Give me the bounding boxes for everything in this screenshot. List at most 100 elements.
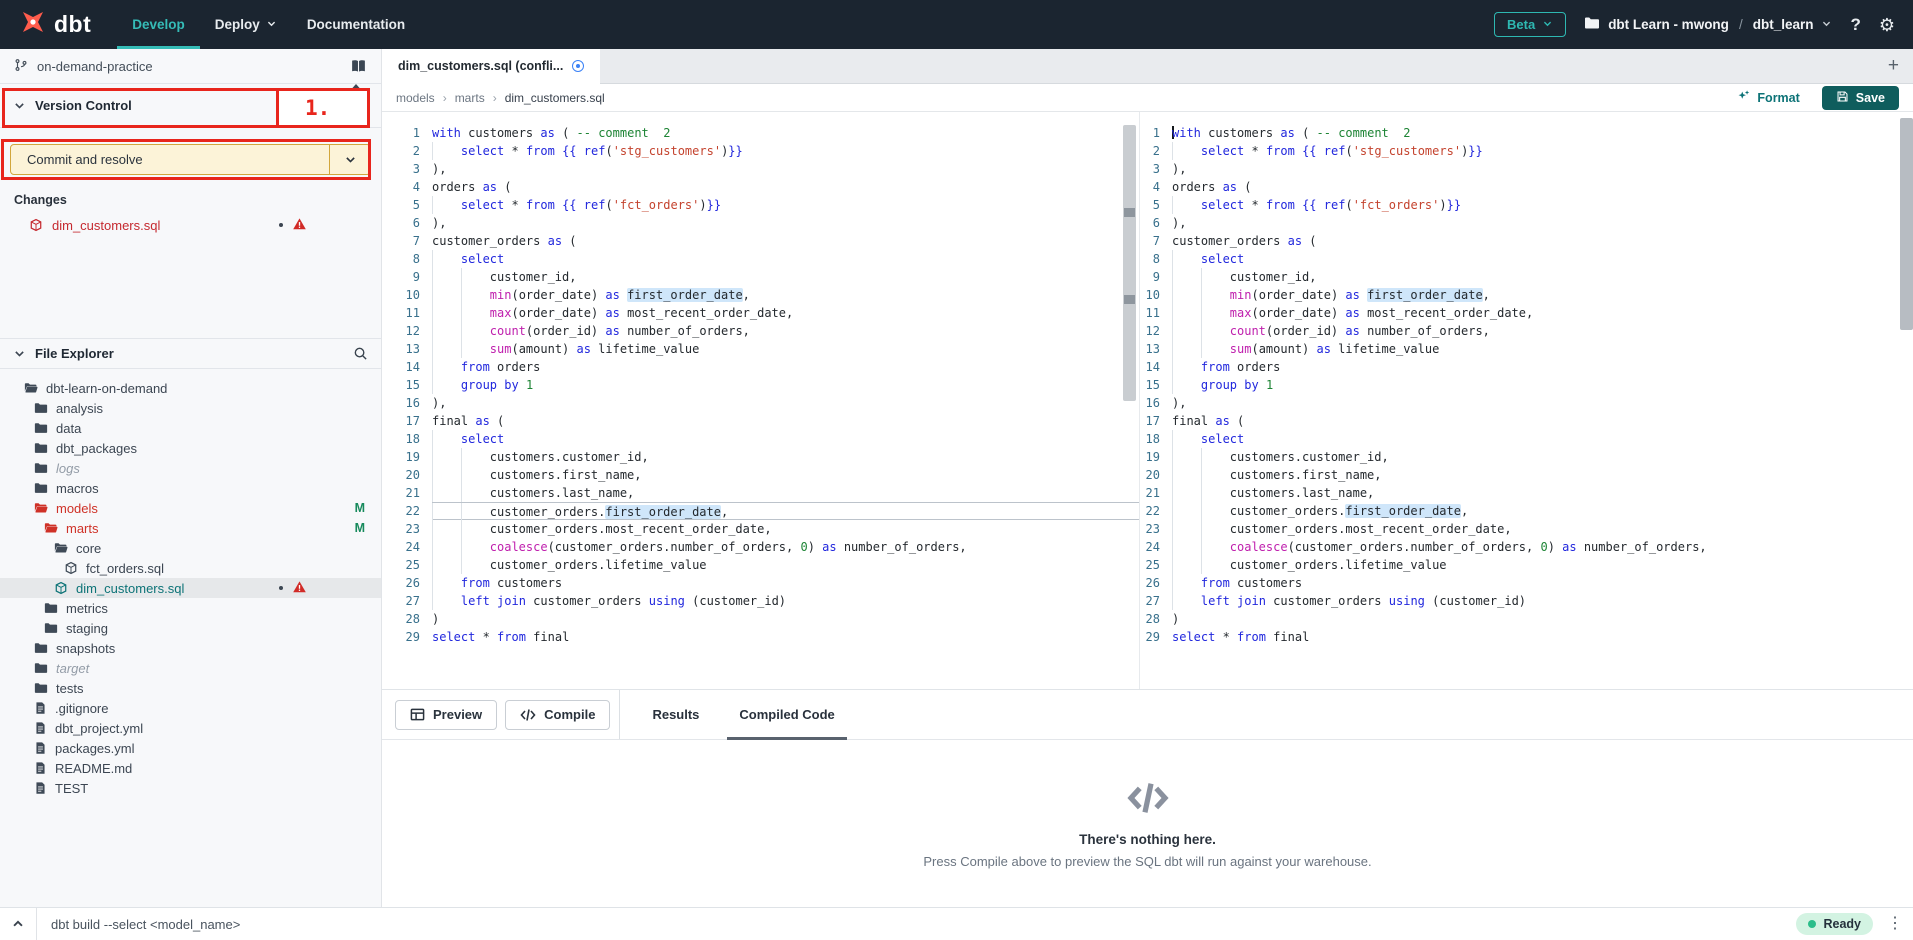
dbt-logo-icon <box>18 7 48 42</box>
empty-state-title: There's nothing here. <box>1079 832 1216 847</box>
tree-item-readme-md[interactable]: README.md <box>0 758 381 778</box>
line-number: 25 <box>382 556 420 574</box>
line-number: 12 <box>382 322 420 340</box>
compile-label: Compile <box>544 707 595 722</box>
line-number: 17 <box>1140 412 1160 430</box>
nav-item-label: Deploy <box>215 17 260 32</box>
tree-item-analysis[interactable]: analysis <box>0 398 381 418</box>
code-line: 11max(order_date) as most_recent_order_d… <box>382 304 1139 322</box>
project-selector[interactable]: dbt Learn - mwong / dbt_learn <box>1584 15 1832 34</box>
line-number: 14 <box>1140 358 1160 376</box>
results-tab-compiled-code[interactable]: Compiled Code <box>719 690 854 739</box>
line-number: 24 <box>1140 538 1160 556</box>
folder-open-icon <box>44 521 58 535</box>
git-branch-icon <box>14 58 28 75</box>
diff-editor: 1with customers as ( -- comment 22select… <box>382 112 1913 690</box>
tree-item-dim-customers-sql[interactable]: dim_customers.sql <box>0 578 381 598</box>
docs-book-icon[interactable] <box>350 58 367 75</box>
tree-item-fct-orders-sql[interactable]: fct_orders.sql <box>0 558 381 578</box>
settings-gear-button[interactable]: ⚙ <box>1879 16 1895 34</box>
line-number: 2 <box>1140 142 1160 160</box>
tree-item-macros[interactable]: macros <box>0 478 381 498</box>
tree-item-marts[interactable]: martsM <box>0 518 381 538</box>
command-input[interactable]: dbt build --select <model_name> <box>37 917 1796 932</box>
code-line: 14from orders <box>382 358 1139 376</box>
popover-caret <box>348 84 364 93</box>
line-number: 24 <box>382 538 420 556</box>
nav-item-documentation[interactable]: Documentation <box>292 0 420 49</box>
version-control-header[interactable]: Version Control <box>0 84 381 128</box>
results-tab-results[interactable]: Results <box>632 690 719 739</box>
line-number: 26 <box>1140 574 1160 592</box>
tree-item-models[interactable]: modelsM <box>0 498 381 518</box>
search-icon[interactable] <box>353 346 368 361</box>
chevron-down-icon <box>13 347 26 360</box>
code-line: 27left join customer_orders using (custo… <box>382 592 1139 610</box>
tree-item-data[interactable]: data <box>0 418 381 438</box>
tree-item-snapshots[interactable]: snapshots <box>0 638 381 658</box>
nav-item-deploy[interactable]: Deploy <box>200 0 292 49</box>
line-number: 13 <box>382 340 420 358</box>
line-number: 18 <box>1140 430 1160 448</box>
tab-title: dim_customers.sql (confli... <box>398 59 563 73</box>
code-pane-right[interactable]: 1with customers as ( -- comment 22select… <box>1139 112 1913 689</box>
branch-selector[interactable]: on-demand-practice <box>0 49 381 84</box>
tree-item-target[interactable]: target <box>0 658 381 678</box>
new-tab-button[interactable]: + <box>1874 49 1913 83</box>
code-line: 28) <box>382 610 1139 628</box>
dbt-logo[interactable]: dbt <box>0 0 91 49</box>
tree-item-logs[interactable]: logs <box>0 458 381 478</box>
tree-item-dbt-packages[interactable]: dbt_packages <box>0 438 381 458</box>
code-line: 17final as ( <box>382 412 1139 430</box>
save-button[interactable]: Save <box>1822 86 1899 110</box>
commit-dropdown-button[interactable] <box>330 145 370 174</box>
tree-item-tests[interactable]: tests <box>0 678 381 698</box>
code-pane-left[interactable]: 1with customers as ( -- comment 22select… <box>382 112 1139 689</box>
line-number: 1 <box>1140 124 1160 142</box>
line-number: 11 <box>1140 304 1160 322</box>
line-number: 7 <box>1140 232 1160 250</box>
folder-icon <box>34 401 48 415</box>
tree-item-dbt-project-yml[interactable]: dbt_project.yml <box>0 718 381 738</box>
file-explorer-header[interactable]: File Explorer <box>0 338 381 369</box>
nav-item-develop[interactable]: Develop <box>117 0 200 49</box>
tree-item-staging[interactable]: staging <box>0 618 381 638</box>
preview-button[interactable]: Preview <box>395 700 497 730</box>
chevron-down-icon <box>1542 17 1553 32</box>
changed-file-row[interactable]: dim_customers.sql <box>0 215 381 235</box>
left-pane-scrollbar[interactable] <box>1123 125 1136 401</box>
line-number: 6 <box>1140 214 1160 232</box>
status-badge: Ready <box>1796 913 1873 935</box>
line-number: 21 <box>382 484 420 502</box>
code-line: 22customer_orders.first_order_date, <box>382 502 1139 520</box>
results-actions-row: Preview Compile ResultsCompiled Code <box>382 690 1913 740</box>
chevron-up-icon[interactable] <box>0 917 36 931</box>
tree-item-packages-yml[interactable]: packages.yml <box>0 738 381 758</box>
commit-button-label: Commit and resolve <box>11 145 329 174</box>
help-button[interactable]: ? <box>1850 15 1860 35</box>
code-line: 3), <box>382 160 1139 178</box>
file-explorer-title: File Explorer <box>35 346 114 361</box>
table-icon <box>410 707 425 722</box>
code-line: 15group by 1 <box>382 376 1139 394</box>
tree-item-dbt-learn-on-demand[interactable]: dbt-learn-on-demand <box>0 378 381 398</box>
modified-dot <box>279 586 283 590</box>
kebab-menu-button[interactable]: ⋮ <box>1887 916 1903 932</box>
modified-indicator-icon <box>572 60 584 72</box>
commit-and-resolve-button[interactable]: Commit and resolve <box>10 144 371 175</box>
line-number: 15 <box>382 376 420 394</box>
tree-item--gitignore[interactable]: .gitignore <box>0 698 381 718</box>
tree-item-test[interactable]: TEST <box>0 778 381 798</box>
format-button[interactable]: Format <box>1737 89 1799 106</box>
code-line: 13sum(amount) as lifetime_value <box>382 340 1139 358</box>
tree-item-core[interactable]: core <box>0 538 381 558</box>
results-tabs: ResultsCompiled Code <box>619 690 854 739</box>
beta-button[interactable]: Beta <box>1494 12 1566 37</box>
compile-button[interactable]: Compile <box>505 700 610 730</box>
code-line: 6), <box>1140 214 1913 232</box>
conflict-warning-icon <box>292 217 307 234</box>
tree-item-metrics[interactable]: metrics <box>0 598 381 618</box>
right-pane-scrollbar[interactable] <box>1900 118 1913 330</box>
tab-dim-customers[interactable]: dim_customers.sql (confli... <box>382 49 600 83</box>
breadcrumb-separator: › <box>443 91 447 105</box>
